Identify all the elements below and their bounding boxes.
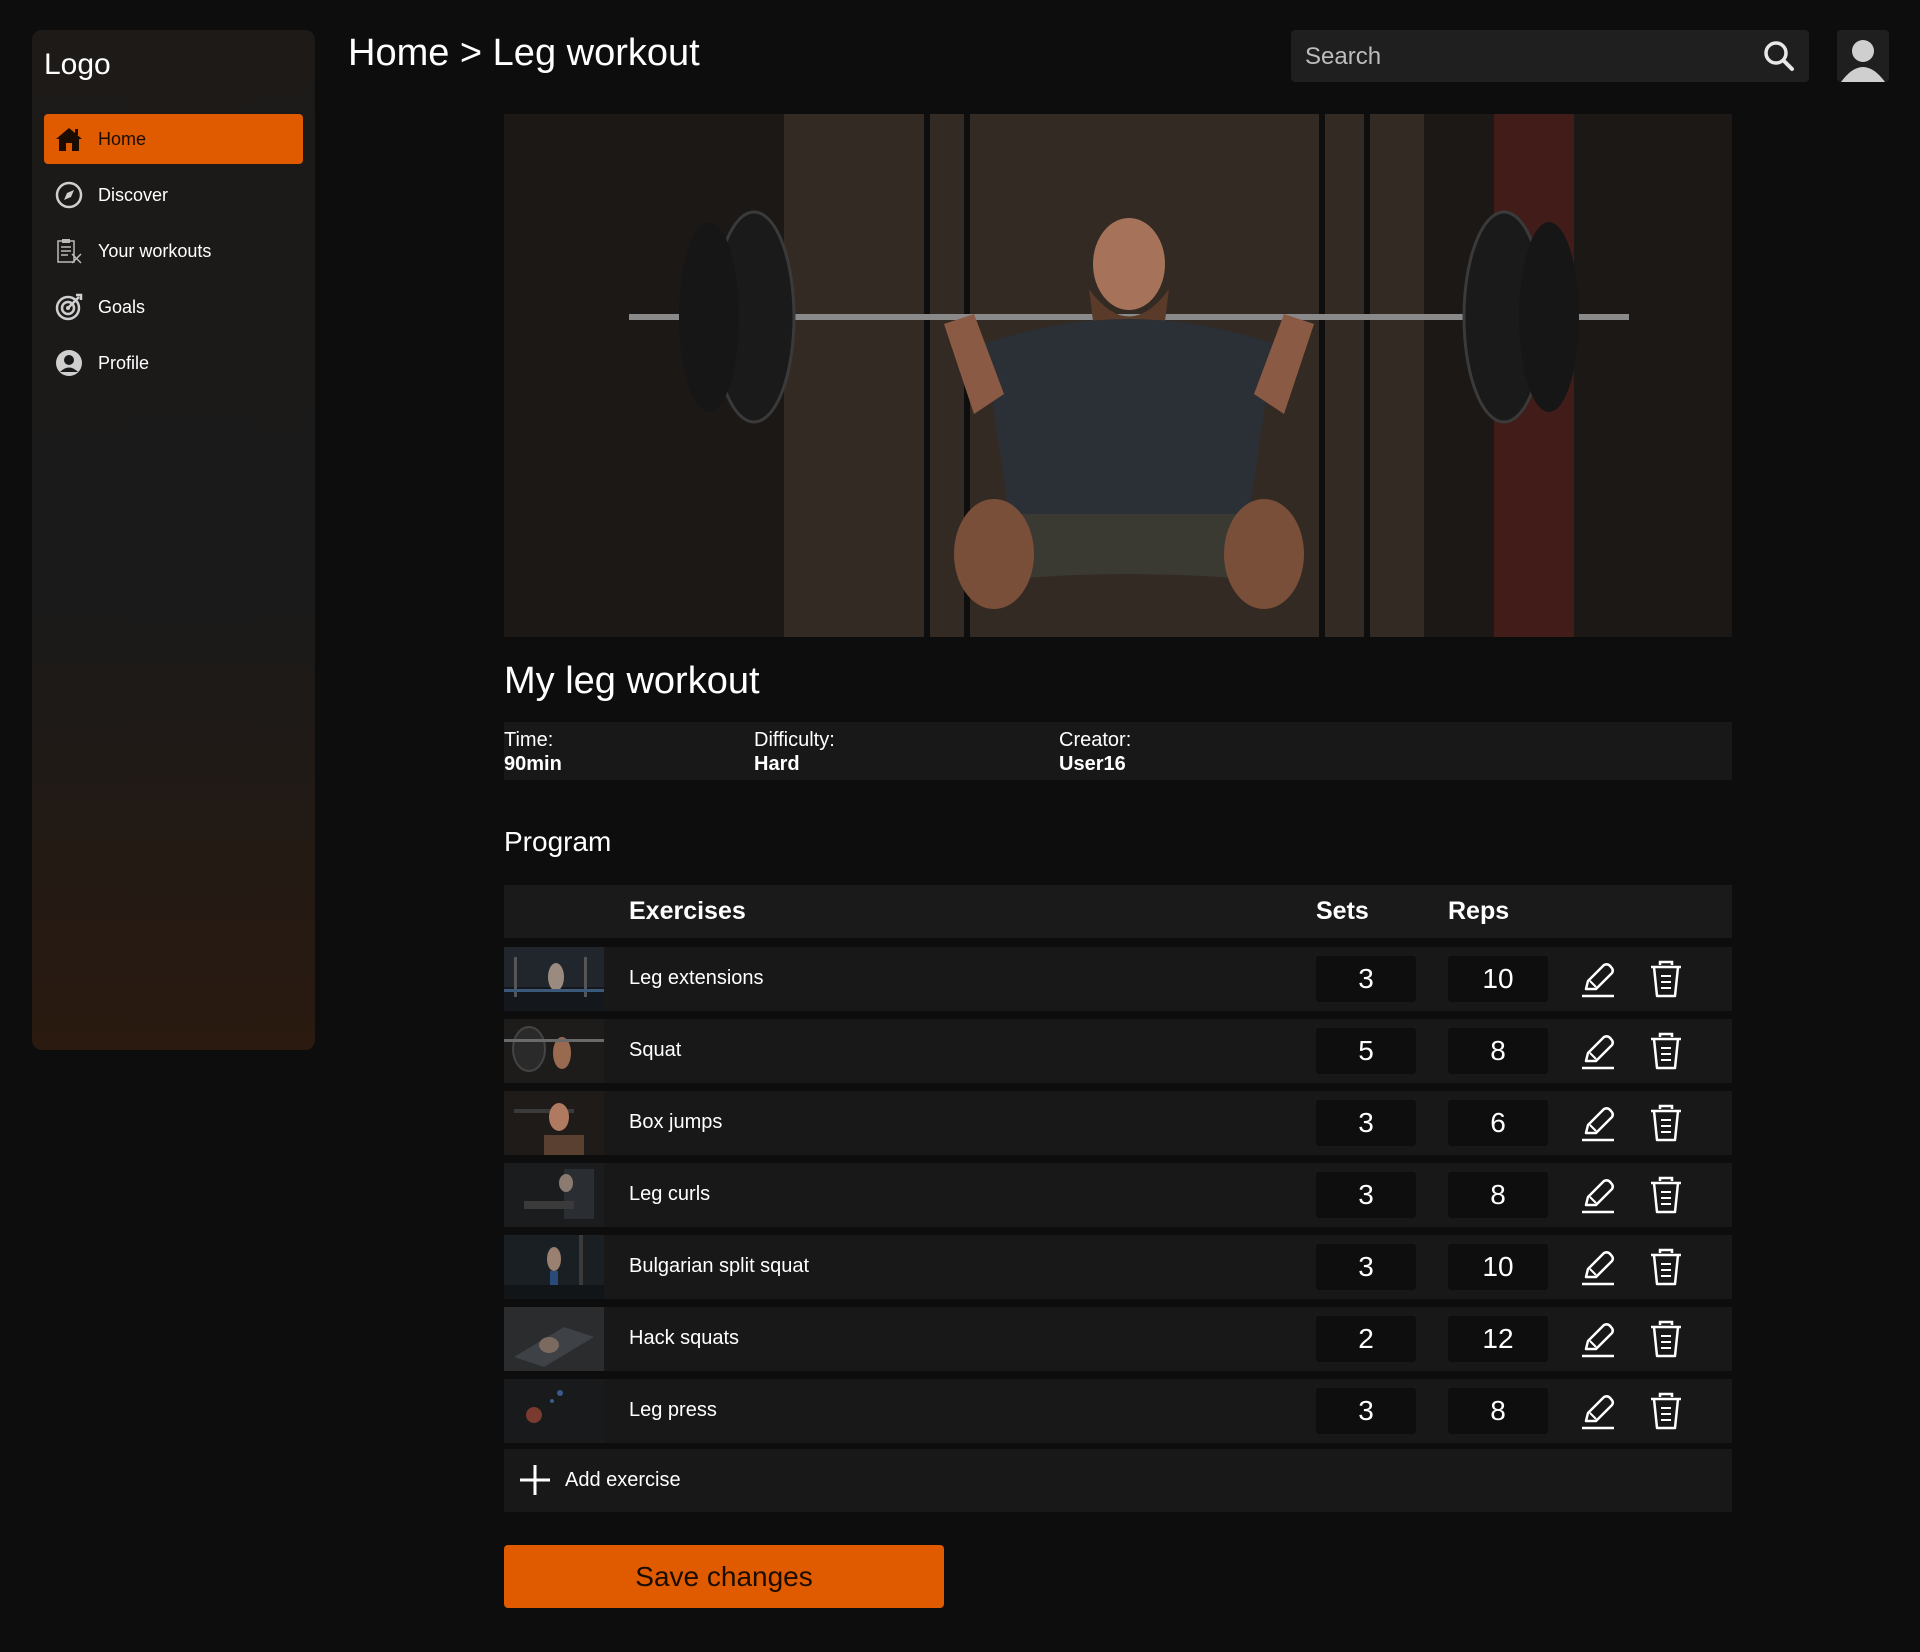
workout-meta: Time: 90min Difficulty: Hard Creator: Us… xyxy=(504,722,1732,780)
edit-icon[interactable] xyxy=(1578,959,1618,999)
user-circle-icon xyxy=(54,348,84,378)
sets-field[interactable]: 3 xyxy=(1316,1100,1416,1146)
sidebar-item-profile[interactable]: Profile xyxy=(44,338,303,388)
sidebar-item-label: Home xyxy=(98,128,147,149)
edit-icon[interactable] xyxy=(1578,1391,1618,1431)
sidebar-item-label: Profile xyxy=(98,352,150,373)
sidebar-item-your-workouts[interactable]: Your workouts xyxy=(44,226,303,276)
sidebar-item-home[interactable]: Home xyxy=(44,114,303,164)
compass-icon xyxy=(54,180,84,210)
sets-field[interactable]: 3 xyxy=(1316,1172,1416,1218)
sidebar-item-label: Discover xyxy=(98,184,169,205)
breadcrumb: Home > Leg workout xyxy=(348,32,700,74)
sets-field[interactable]: 3 xyxy=(1316,1388,1416,1434)
exercise-name: Leg extensions xyxy=(629,967,764,989)
reps-header: Reps xyxy=(1448,897,1510,925)
avatar[interactable] xyxy=(1837,30,1889,82)
reps-field[interactable]: 8 xyxy=(1448,1388,1548,1434)
trash-icon[interactable] xyxy=(1646,1103,1686,1143)
creator-label: Creator: xyxy=(1059,729,1132,751)
trash-icon[interactable] xyxy=(1646,1319,1686,1359)
time-info: Time: 90min xyxy=(504,728,562,776)
trash-icon[interactable] xyxy=(1646,1031,1686,1071)
reps-field[interactable]: 8 xyxy=(1448,1172,1548,1218)
reps-field[interactable]: 12 xyxy=(1448,1316,1548,1362)
program-table-body: Leg extensions 3 10 Squat 5 8 Box jumps … xyxy=(504,947,1732,1451)
difficulty-info: Difficulty: Hard xyxy=(754,728,835,776)
edit-icon[interactable] xyxy=(1578,1031,1618,1071)
sets-field[interactable]: 3 xyxy=(1316,956,1416,1002)
table-row: Box jumps 3 6 xyxy=(504,1091,1732,1155)
edit-icon[interactable] xyxy=(1578,1247,1618,1287)
plus-icon xyxy=(518,1463,552,1497)
table-row: Leg press 3 8 xyxy=(504,1379,1732,1443)
exercise-thumbnail xyxy=(504,1379,604,1443)
exercise-name: Box jumps xyxy=(629,1111,723,1133)
reps-field[interactable]: 8 xyxy=(1448,1028,1548,1074)
exercise-thumbnail xyxy=(504,1307,604,1371)
table-row: Leg extensions 3 10 xyxy=(504,947,1732,1011)
add-exercise-button[interactable]: Add exercise xyxy=(504,1449,1732,1512)
trash-icon[interactable] xyxy=(1646,1175,1686,1215)
sidebar-item-label: Goals xyxy=(98,296,146,317)
sets-field[interactable]: 3 xyxy=(1316,1244,1416,1290)
program-heading: Program xyxy=(504,826,612,857)
user-avatar-icon xyxy=(1841,40,1885,82)
table-row: Squat 5 8 xyxy=(504,1019,1732,1083)
exercise-thumbnail xyxy=(504,1019,604,1083)
edit-icon[interactable] xyxy=(1578,1319,1618,1359)
creator-value: User16 xyxy=(1059,753,1126,775)
sidebar-item-discover[interactable]: Discover xyxy=(44,170,303,220)
trash-icon[interactable] xyxy=(1646,1391,1686,1431)
search-bar xyxy=(1291,30,1809,84)
trash-icon[interactable] xyxy=(1646,1247,1686,1287)
sets-field[interactable]: 2 xyxy=(1316,1316,1416,1362)
sidebar: Logo Home Discover Your workouts Goals P… xyxy=(32,30,315,1050)
edit-icon[interactable] xyxy=(1578,1175,1618,1215)
add-exercise-label: Add exercise xyxy=(565,1469,681,1491)
search-input[interactable] xyxy=(1303,30,1747,84)
clipboard-icon xyxy=(54,236,84,266)
exercise-name: Leg press xyxy=(629,1399,717,1421)
exercise-name: Squat xyxy=(629,1039,682,1061)
reps-field[interactable]: 6 xyxy=(1448,1100,1548,1146)
exercises-header: Exercises xyxy=(629,897,746,925)
edit-icon[interactable] xyxy=(1578,1103,1618,1143)
time-label: Time: xyxy=(504,729,554,751)
sidebar-nav: Home Discover Your workouts Goals Profil… xyxy=(44,114,303,394)
workout-hero-image xyxy=(504,114,1732,637)
exercise-thumbnail xyxy=(504,947,604,1011)
table-row: Hack squats 2 12 xyxy=(504,1307,1732,1371)
reps-field[interactable]: 10 xyxy=(1448,956,1548,1002)
exercise-name: Hack squats xyxy=(629,1327,740,1349)
reps-field[interactable]: 10 xyxy=(1448,1244,1548,1290)
time-value: 90min xyxy=(504,753,562,775)
exercise-name: Leg curls xyxy=(629,1183,711,1205)
trash-icon[interactable] xyxy=(1646,959,1686,999)
search-icon[interactable] xyxy=(1763,40,1795,72)
sidebar-item-label: Your workouts xyxy=(98,240,212,261)
table-row: Bulgarian split squat 3 10 xyxy=(504,1235,1732,1299)
target-icon xyxy=(54,292,84,322)
table-row: Leg curls 3 8 xyxy=(504,1163,1732,1227)
difficulty-label: Difficulty: xyxy=(754,729,835,751)
exercise-name: Bulgarian split squat xyxy=(629,1255,810,1277)
exercise-thumbnail xyxy=(504,1235,604,1299)
exercise-thumbnail xyxy=(504,1091,604,1155)
sets-field[interactable]: 5 xyxy=(1316,1028,1416,1074)
logo: Logo xyxy=(44,48,111,81)
save-changes-button[interactable]: Save changes xyxy=(504,1545,944,1608)
creator-info: Creator: User16 xyxy=(1059,728,1131,776)
program-table-header: Exercises Sets Reps xyxy=(504,885,1732,938)
difficulty-value: Hard xyxy=(754,753,800,775)
exercise-thumbnail xyxy=(504,1163,604,1227)
home-icon xyxy=(54,124,84,154)
sidebar-item-goals[interactable]: Goals xyxy=(44,282,303,332)
workout-title: My leg workout xyxy=(504,660,760,702)
sets-header: Sets xyxy=(1316,897,1369,925)
